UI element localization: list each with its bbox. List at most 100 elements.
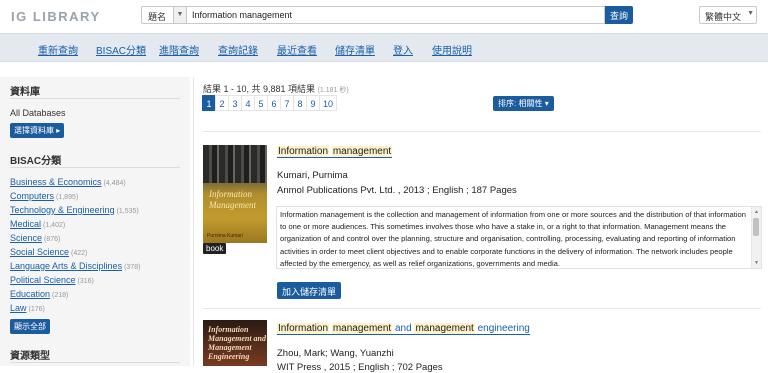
page-link[interactable]: 2 bbox=[215, 95, 229, 111]
scroll-up-icon[interactable]: ▲ bbox=[754, 209, 759, 215]
highlight-term: management bbox=[331, 323, 393, 334]
divider bbox=[203, 308, 761, 309]
title-word: engineering bbox=[477, 323, 530, 334]
search-field-select[interactable]: 題名 ▼ bbox=[141, 6, 187, 24]
bisac-count: (218) bbox=[52, 292, 69, 299]
divider bbox=[193, 77, 194, 366]
sort-label: 排序: 相關性 bbox=[498, 99, 543, 108]
bisac-link[interactable]: Medical bbox=[10, 219, 41, 229]
record-title[interactable]: Information management bbox=[277, 146, 393, 158]
bisac-count: (4,484) bbox=[103, 180, 126, 187]
record-author: Zhou, Mark; Wang, Yuanzhi bbox=[277, 348, 394, 359]
language-select[interactable]: 繁體中文 ▼ bbox=[699, 6, 757, 24]
chevron-down-icon: ▼ bbox=[747, 10, 754, 17]
search-field-label: 題名 bbox=[148, 12, 167, 22]
scroll-down-icon[interactable]: ▼ bbox=[754, 260, 759, 266]
bisac-count: (876) bbox=[44, 236, 61, 243]
book-cover[interactable]: Information Management and Management En… bbox=[203, 320, 267, 366]
pagination: 1 2 3 4 5 6 7 8 9 10 bbox=[202, 95, 338, 111]
divider bbox=[10, 167, 180, 168]
record-title[interactable]: Information management and management en… bbox=[277, 323, 530, 335]
header: IG LIBRARY 題名 ▼ 查詢 繁體中文 ▼ bbox=[0, 0, 768, 32]
page-link[interactable]: 3 bbox=[228, 95, 242, 111]
bisac-item: Political Science (316) bbox=[10, 275, 94, 285]
select-database-button[interactable]: 選擇資料庫 ▸ bbox=[10, 123, 65, 138]
bisac-link[interactable]: Technology & Engineering bbox=[10, 205, 115, 215]
results-time: (1.181 秒) bbox=[317, 87, 349, 94]
record-author: Kumari, Purnima bbox=[277, 170, 348, 181]
cover-title: Information Management and Management En… bbox=[208, 325, 267, 361]
abstract-box[interactable]: Information management is the collection… bbox=[276, 206, 762, 269]
scrollbar[interactable] bbox=[751, 207, 761, 268]
chevron-down-icon: ▼ bbox=[173, 7, 186, 23]
add-to-list-button[interactable]: 加入儲存清單 bbox=[277, 282, 342, 299]
cover-author: Purnima Kumari bbox=[207, 233, 243, 239]
divider bbox=[10, 98, 180, 99]
record-publisher: WIT Press , 2015 ; English ; 702 Pages bbox=[277, 362, 443, 373]
page-link[interactable]: 1 bbox=[202, 95, 216, 111]
bisac-item: Education (218) bbox=[10, 289, 68, 299]
page-link[interactable]: 8 bbox=[293, 95, 307, 111]
bisac-link[interactable]: Language Arts & Disciplines bbox=[10, 261, 122, 271]
bisac-link[interactable]: Social Science bbox=[10, 247, 69, 257]
search-button[interactable]: 查詢 bbox=[605, 6, 633, 24]
bisac-count: (422) bbox=[71, 250, 88, 257]
database-heading: 資料庫 bbox=[10, 87, 40, 98]
nav-search-history[interactable]: 查詢記錄 bbox=[218, 42, 258, 57]
page-link[interactable]: 6 bbox=[267, 95, 281, 111]
nav-login[interactable]: 登入 bbox=[393, 42, 413, 57]
nav-bisac[interactable]: BISAC分類 bbox=[96, 42, 146, 57]
bisac-link[interactable]: Political Science bbox=[10, 275, 76, 285]
bisac-link[interactable]: Computers bbox=[10, 191, 54, 201]
caret-down-icon: ▾ bbox=[544, 99, 549, 108]
abstract-text: Information management is the collection… bbox=[280, 210, 746, 268]
divider bbox=[203, 131, 761, 132]
bisac-item: Technology & Engineering (1,535) bbox=[10, 205, 139, 215]
results-summary: 結果 1 - 10, 共 9,881 項結果 (1.181 秒) bbox=[203, 82, 349, 95]
bisac-item: Language Arts & Disciplines (378) bbox=[10, 261, 140, 271]
bisac-link[interactable]: Business & Economics bbox=[10, 177, 102, 187]
bisac-item: Business & Economics (4,484) bbox=[10, 177, 126, 187]
page-link[interactable]: 5 bbox=[254, 95, 268, 111]
caret-right-icon: ▸ bbox=[56, 126, 61, 135]
highlight-term: management bbox=[414, 323, 475, 334]
bisac-count: (1,535) bbox=[116, 208, 139, 215]
show-all-button[interactable]: 顯示全部 bbox=[10, 319, 50, 334]
type-badge: book bbox=[203, 243, 227, 254]
nav-new-search[interactable]: 重新查詢 bbox=[38, 42, 78, 57]
database-value: All Databases bbox=[10, 108, 66, 118]
page-link[interactable]: 10 bbox=[319, 95, 338, 111]
bisac-count: (316) bbox=[77, 278, 94, 285]
nav-advanced-search[interactable]: 進階查詢 bbox=[159, 42, 199, 57]
bisac-item: Science (876) bbox=[10, 233, 60, 243]
highlight-term: management bbox=[331, 146, 393, 157]
title-word: and bbox=[394, 323, 412, 334]
page-link[interactable]: 4 bbox=[241, 95, 255, 111]
bisac-item: Social Science (422) bbox=[10, 247, 87, 257]
logo[interactable]: IG LIBRARY bbox=[11, 9, 101, 24]
search-input[interactable] bbox=[186, 6, 605, 24]
cover-photo bbox=[203, 145, 267, 183]
page-link[interactable]: 7 bbox=[280, 95, 294, 111]
bisac-link[interactable]: Education bbox=[10, 289, 50, 299]
bisac-item: Law (176) bbox=[10, 303, 45, 313]
language-label: 繁體中文 bbox=[705, 12, 742, 22]
bisac-item: Medical (1,402) bbox=[10, 219, 65, 229]
nav-saved-list[interactable]: 儲存清單 bbox=[335, 42, 375, 57]
page-link[interactable]: 9 bbox=[306, 95, 320, 111]
bisac-count: (176) bbox=[28, 306, 45, 313]
nav-recently-viewed[interactable]: 最近查看 bbox=[277, 42, 317, 57]
select-database-label: 選擇資料庫 bbox=[14, 126, 54, 135]
sort-button[interactable]: 排序: 相關性 ▾ bbox=[493, 96, 554, 111]
bisac-link[interactable]: Law bbox=[10, 303, 27, 313]
book-cover[interactable]: Information Management Purnima Kumari bbox=[203, 145, 267, 243]
bisac-count: (378) bbox=[124, 264, 141, 271]
bisac-link[interactable]: Science bbox=[10, 233, 42, 243]
record-title-link[interactable]: Information management bbox=[277, 146, 393, 158]
main-nav: 重新查詢 BISAC分類 進階查詢 查詢記錄 最近查看 儲存清單 登入 使用說明 bbox=[0, 33, 768, 62]
scrollbar-thumb[interactable] bbox=[753, 218, 759, 236]
record-title-link[interactable]: Information management and management en… bbox=[277, 323, 530, 335]
highlight-term: Information bbox=[277, 323, 330, 334]
results-count: 結果 1 - 10, 共 9,881 項結果 bbox=[203, 84, 316, 94]
nav-help[interactable]: 使用說明 bbox=[432, 42, 472, 57]
